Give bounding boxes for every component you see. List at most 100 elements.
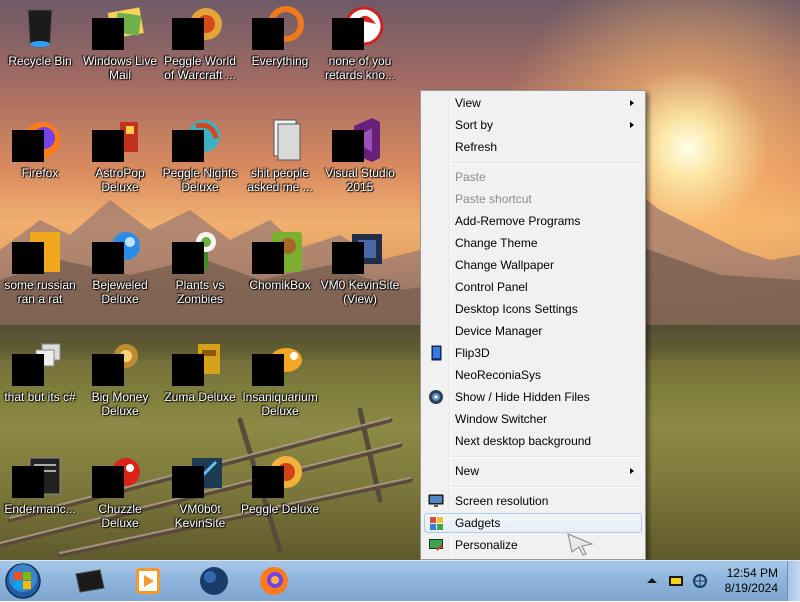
menu-item-label: Next desktop background bbox=[455, 434, 592, 448]
screen-resolution-icon bbox=[428, 494, 444, 507]
desktop-icon-recycle-bin[interactable]: Recycle Bin bbox=[0, 4, 80, 68]
menu-item-gadgets[interactable]: Gadgets bbox=[424, 513, 642, 533]
desktop-icon-some-russian-ran-a-rat[interactable]: some russian ran a rat bbox=[0, 228, 80, 306]
taskbar-pinned-firefox[interactable] bbox=[256, 564, 292, 598]
desktop-icon-bejeweled-deluxe[interactable]: Bejeweled Deluxe bbox=[80, 228, 160, 306]
submenu-arrow-icon bbox=[630, 100, 634, 106]
menu-item-window-switcher[interactable]: Window Switcher bbox=[424, 409, 642, 429]
desktop-context-menu: View Sort by Refresh Paste Paste shortcu… bbox=[420, 90, 646, 560]
menu-item-label: Show / Hide Hidden Files bbox=[455, 390, 590, 404]
menu-item-change-theme[interactable]: Change Theme bbox=[424, 233, 642, 253]
terminal-icon bbox=[75, 569, 105, 593]
redaction-box bbox=[12, 130, 44, 162]
desktop-icon-label: none of you retards kno... bbox=[324, 54, 396, 82]
desktop-icon-label: ChomikBox bbox=[249, 278, 311, 292]
submenu-arrow-icon bbox=[630, 468, 634, 474]
menu-item-refresh[interactable]: Refresh bbox=[424, 137, 642, 157]
menu-item-neoreconiasys[interactable]: NeoReconiaSys bbox=[424, 365, 642, 385]
desktop-icon-zuma-deluxe[interactable]: Zuma Deluxe bbox=[160, 340, 240, 404]
menu-item-view[interactable]: View bbox=[424, 93, 642, 113]
menu-item-personalize[interactable]: Personalize bbox=[424, 535, 642, 555]
menu-item-new[interactable]: New bbox=[424, 461, 642, 481]
start-button[interactable] bbox=[4, 562, 42, 600]
taskbar-pinned-globe[interactable] bbox=[196, 564, 232, 598]
folder-icon bbox=[273, 119, 301, 161]
desktop-icon-vm0b0t-kevinsite[interactable]: VM0b0t KevinSite bbox=[160, 452, 240, 530]
globe-icon bbox=[200, 567, 228, 595]
desktop-icon-endermanch[interactable]: Endermanc... bbox=[0, 452, 80, 516]
desktop-icon-shit-people-asked-me[interactable]: shit people asked me ... bbox=[240, 116, 320, 194]
redaction-box bbox=[92, 354, 124, 386]
menu-item-next-desktop-background[interactable]: Next desktop background bbox=[424, 431, 642, 451]
desktop-icon-label: Bejeweled Deluxe bbox=[92, 278, 148, 306]
menu-item-label: Change Wallpaper bbox=[455, 258, 554, 272]
desktop-icon-label: AstroPop Deluxe bbox=[95, 166, 145, 194]
tray-network-icon[interactable] bbox=[692, 573, 708, 589]
desktop-icon-peggle-world-of-warcraft[interactable]: Peggle World of Warcraft ... bbox=[160, 4, 240, 82]
desktop-icon-label: Windows Live Mail bbox=[82, 54, 158, 82]
desktop-icon-plants-vs-zombies[interactable]: Plants vs Zombies bbox=[160, 228, 240, 306]
menu-item-label: Window Switcher bbox=[455, 412, 548, 426]
desktop-icon-insaniquarium-deluxe[interactable]: Insaniquarium Deluxe bbox=[240, 340, 320, 418]
desktop-icon-label: VM0b0t KevinSite bbox=[174, 502, 226, 530]
redaction-box bbox=[172, 466, 204, 498]
desktop-icon-label: Peggle Deluxe bbox=[240, 502, 320, 516]
desktop-icon-none-of-you-retards[interactable]: none of you retards kno... bbox=[320, 4, 400, 82]
desktop-icon-label: Everything bbox=[251, 54, 309, 68]
redaction-box bbox=[252, 354, 284, 386]
menu-item-label: Sort by bbox=[455, 118, 494, 132]
desktop-icon-astropop-deluxe[interactable]: AstroPop Deluxe bbox=[80, 116, 160, 194]
clock-date: 8/19/2024 bbox=[724, 581, 778, 595]
taskbar-clock[interactable]: 12:54 PM 8/19/2024 bbox=[708, 566, 778, 596]
menu-item-label: Refresh bbox=[455, 140, 498, 154]
menu-item-show-hide-hidden-files[interactable]: Show / Hide Hidden Files bbox=[424, 387, 642, 407]
flip3d-icon bbox=[431, 345, 442, 361]
tray-expand-arrow-icon[interactable] bbox=[644, 573, 660, 589]
desktop-icon-label: Recycle Bin bbox=[8, 54, 72, 68]
redaction-box bbox=[92, 242, 124, 274]
redaction-box bbox=[172, 18, 204, 50]
redaction-box bbox=[172, 242, 204, 274]
menu-item-flip3d[interactable]: Flip3D bbox=[424, 343, 642, 363]
taskbar: 12:54 PM 8/19/2024 bbox=[0, 560, 800, 601]
desktop[interactable]: Recycle Bin Firefox some russian ran a r… bbox=[0, 0, 800, 560]
taskbar-pinned-media-player[interactable] bbox=[130, 564, 166, 598]
desktop-icon-that-but-its-csharp[interactable]: that but its c# bbox=[0, 340, 80, 404]
desktop-icon-label: Visual Studio 2015 bbox=[325, 166, 395, 194]
desktop-icon-label: some russian ran a rat bbox=[4, 278, 76, 306]
menu-item-device-manager[interactable]: Device Manager bbox=[424, 321, 642, 341]
desktop-icon-big-money-deluxe[interactable]: Big Money Deluxe bbox=[80, 340, 160, 418]
menu-item-label: Add-Remove Programs bbox=[455, 214, 581, 228]
menu-item-change-wallpaper[interactable]: Change Wallpaper bbox=[424, 255, 642, 275]
desktop-icon-peggle-deluxe[interactable]: Peggle Deluxe bbox=[240, 452, 320, 516]
menu-item-sort-by[interactable]: Sort by bbox=[424, 115, 642, 135]
menu-item-label: Control Panel bbox=[455, 280, 528, 294]
desktop-icon-chomikbox[interactable]: ChomikBox bbox=[240, 228, 320, 292]
redaction-box bbox=[12, 354, 44, 386]
redaction-box bbox=[12, 242, 44, 274]
desktop-icon-label: VM0 KevinSite (View) bbox=[320, 278, 400, 306]
redaction-box bbox=[92, 18, 124, 50]
desktop-icon-visual-studio-2015[interactable]: Visual Studio 2015 bbox=[320, 116, 400, 194]
desktop-icon-chuzzle-deluxe[interactable]: Chuzzle Deluxe bbox=[80, 452, 160, 530]
desktop-icon-firefox[interactable]: Firefox bbox=[0, 116, 80, 180]
desktop-icon-label: Peggle World of Warcraft ... bbox=[164, 54, 236, 82]
desktop-icon-label: Big Money Deluxe bbox=[91, 390, 149, 418]
menu-item-paste[interactable]: Paste bbox=[424, 167, 642, 187]
menu-item-screen-resolution[interactable]: Screen resolution bbox=[424, 491, 642, 511]
submenu-arrow-icon bbox=[630, 122, 634, 128]
menu-item-add-remove-programs[interactable]: Add-Remove Programs bbox=[424, 211, 642, 231]
menu-item-desktop-icons-settings[interactable]: Desktop Icons Settings bbox=[424, 299, 642, 319]
hidden-files-icon bbox=[429, 390, 443, 404]
menu-item-control-panel[interactable]: Control Panel bbox=[424, 277, 642, 297]
tray-notification-icon[interactable] bbox=[668, 573, 684, 589]
redaction-box bbox=[252, 18, 284, 50]
desktop-icon-everything[interactable]: Everything bbox=[240, 4, 320, 68]
show-desktop-button[interactable] bbox=[787, 561, 800, 601]
desktop-icon-windows-live-mail[interactable]: Windows Live Mail bbox=[80, 4, 160, 82]
taskbar-pinned-terminal[interactable] bbox=[72, 564, 108, 598]
firefox-icon bbox=[260, 567, 288, 595]
menu-item-paste-shortcut[interactable]: Paste shortcut bbox=[424, 189, 642, 209]
desktop-icon-peggle-nights-deluxe[interactable]: Peggle Nights Deluxe bbox=[160, 116, 240, 194]
desktop-icon-vm0-kevinsite-view[interactable]: VM0 KevinSite (View) bbox=[320, 228, 400, 306]
